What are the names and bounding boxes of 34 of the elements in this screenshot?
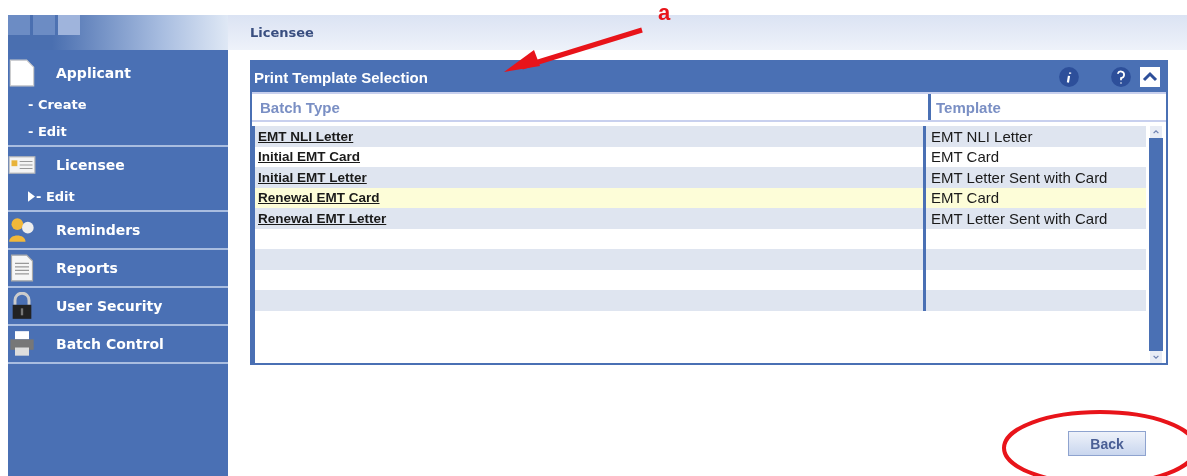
batch-type-link[interactable]: Renewal EMT Letter bbox=[258, 210, 387, 226]
table-row[interactable]: EMT NLI Letter EMT NLI Letter bbox=[255, 126, 1146, 147]
sidebar-item[interactable]: Reports bbox=[56, 260, 118, 276]
sidebar-item[interactable]: Reminders bbox=[56, 222, 141, 238]
report-icon bbox=[8, 254, 36, 282]
table-row[interactable]: Renewal EMT Card EMT Card bbox=[255, 187, 1146, 208]
sidebar-subitem[interactable]: - Create bbox=[28, 97, 87, 112]
sidebar-item[interactable]: Applicant bbox=[56, 65, 131, 81]
batch-type-link[interactable]: Initial EMT Letter bbox=[258, 169, 367, 185]
sidebar-subitem[interactable]: - Edit bbox=[36, 189, 75, 204]
collapse-icon[interactable] bbox=[1140, 67, 1160, 87]
scrollbar[interactable] bbox=[1149, 126, 1163, 363]
batch-type-link[interactable]: Renewal EMT Card bbox=[258, 190, 380, 206]
batch-type-link[interactable]: Initial EMT Card bbox=[258, 149, 360, 165]
help-icon[interactable] bbox=[1110, 66, 1132, 88]
scroll-down-icon[interactable] bbox=[1149, 351, 1163, 363]
annotation-label: a bbox=[658, 2, 671, 24]
printer-icon bbox=[8, 330, 36, 358]
sidebar-item[interactable]: Licensee bbox=[56, 157, 125, 173]
sidebar-subitem[interactable]: - Edit bbox=[28, 124, 67, 139]
info-icon[interactable] bbox=[1058, 66, 1080, 88]
table-row[interactable]: Renewal EMT Letter EMT Letter Sent with Card bbox=[255, 208, 1146, 229]
table-row[interactable]: Initial EMT Letter EMT Letter Sent with Card bbox=[255, 167, 1146, 188]
people-icon bbox=[8, 216, 36, 244]
scroll-up-icon[interactable] bbox=[1149, 126, 1163, 138]
document-icon bbox=[8, 59, 36, 87]
column-header: Batch Type bbox=[259, 97, 341, 118]
batch-type-link[interactable]: EMT NLI Letter bbox=[258, 128, 354, 144]
column-header: Template bbox=[928, 94, 1148, 120]
back-button[interactable]: Back bbox=[1068, 431, 1146, 456]
sidebar-item[interactable]: User Security bbox=[56, 298, 163, 314]
page-title: Licensee bbox=[250, 25, 314, 40]
panel-title: Print Template Selection bbox=[254, 68, 429, 86]
sidebar-item[interactable]: Batch Control bbox=[56, 336, 164, 352]
